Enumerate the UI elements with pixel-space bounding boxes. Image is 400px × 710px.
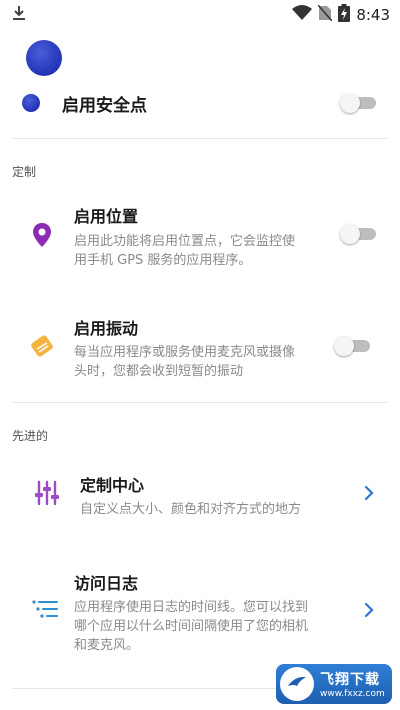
watermark-bird-icon (280, 667, 314, 701)
custom-center-title: 定制中心 (80, 476, 145, 495)
battery-charging-icon (338, 4, 351, 26)
wifi-icon (292, 5, 313, 25)
vibration-toggle[interactable] (334, 336, 370, 356)
vibration-title: 启用振动 (74, 319, 139, 338)
custom-center-desc: 自定义点大小、颜色和对齐方式的地方 (80, 502, 302, 517)
access-log-desc-line-3: 和麦克风。 (74, 638, 140, 653)
chevron-right-icon (364, 602, 374, 622)
watermark-name: 飞翔下载 (320, 672, 380, 688)
location-toggle[interactable] (340, 224, 376, 244)
vibration-desc-line-1: 每当应用程序或服务使用麦克风或摄像 (74, 345, 296, 360)
safe-point-dot-icon (22, 94, 40, 112)
no-sim-icon (317, 4, 333, 25)
divider (12, 402, 388, 403)
location-desc-line-1: 启用此功能将启用位置点，它会监控使 (74, 234, 296, 249)
vibration-desc-line-2: 头时，您都会收到短暂的振动 (74, 364, 244, 379)
divider (12, 138, 388, 139)
access-log-desc-line-2: 哪个应用以什么时间间隔使用了您的相机 (74, 619, 309, 634)
safe-point-label: 启用安全点 (62, 96, 147, 116)
safe-point-toggle[interactable] (340, 93, 376, 113)
status-bar: 8:43 (0, 0, 400, 28)
timeline-list-icon (32, 600, 58, 622)
location-pin-icon (32, 222, 52, 252)
privacy-dot-preview[interactable] (26, 40, 62, 76)
section-header-customize: 定制 (12, 165, 37, 179)
watermark-logo: 飞翔下载 www.fxxz.com (276, 664, 392, 704)
chevron-right-icon (364, 485, 374, 505)
enable-safe-point-row[interactable]: 启用安全点 (0, 86, 400, 120)
download-icon (12, 5, 26, 25)
access-log-title: 访问日志 (74, 574, 139, 593)
sliders-icon (34, 480, 60, 510)
section-header-advanced: 先进的 (12, 429, 49, 443)
location-desc-line-2: 用手机 GPS 服务的应用程序。 (74, 253, 252, 268)
vibration-icon (28, 332, 56, 364)
status-time: 8:43 (356, 6, 390, 24)
watermark-url: www.fxxz.com (320, 689, 385, 699)
access-log-desc-line-1: 应用程序使用日志的时间线。您可以找到 (74, 600, 309, 615)
location-title: 启用位置 (74, 207, 139, 226)
